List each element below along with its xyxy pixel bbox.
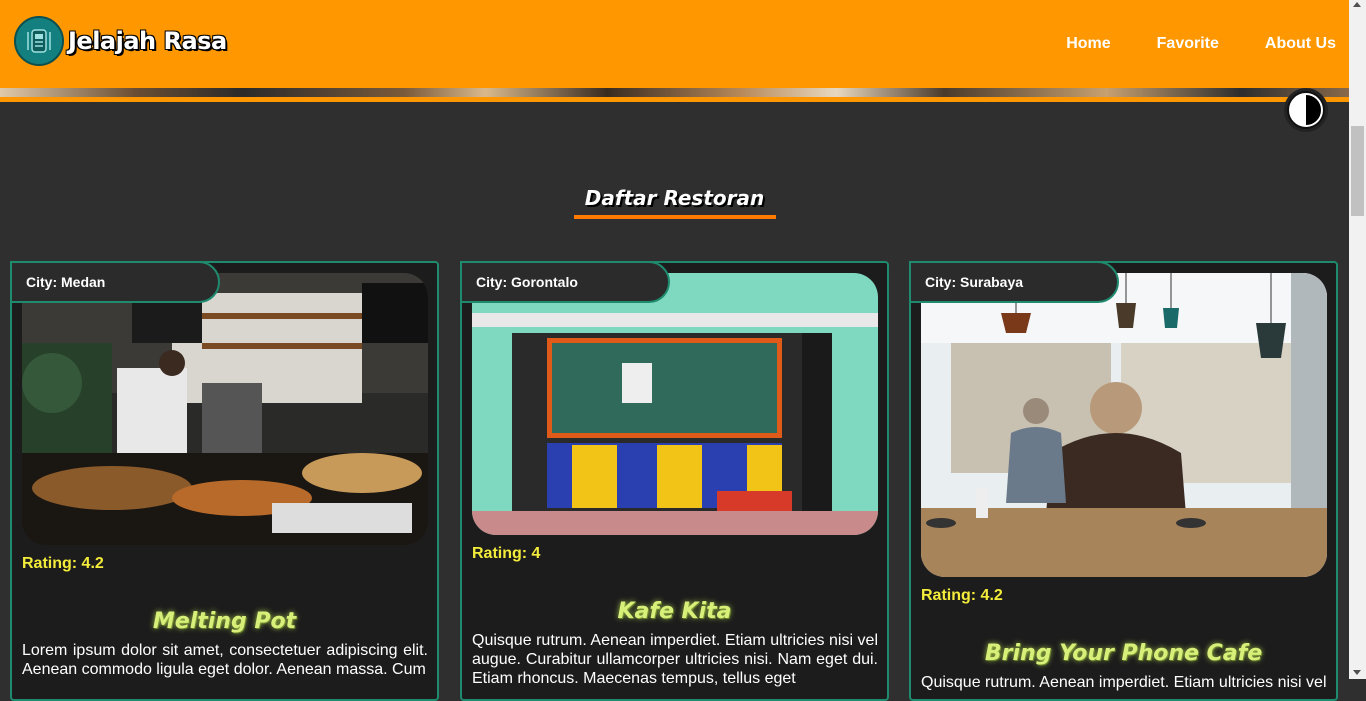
restaurant-name[interactable]: Kafe Kita	[462, 599, 887, 624]
main-nav: Home Favorite About Us	[1033, 0, 1349, 88]
contrast-icon	[1289, 93, 1323, 127]
restaurant-card[interactable]: City: Medan Rating: 4.2 Melting Pot Lore…	[10, 261, 439, 701]
nav-favorite-link[interactable]: Favorite	[1157, 35, 1219, 53]
nav-about-link[interactable]: About Us	[1265, 35, 1336, 53]
restaurant-image	[22, 273, 428, 545]
city-tag: City: Surabaya	[909, 261, 1119, 303]
title-underline	[574, 215, 776, 219]
scrollbar-thumb[interactable]	[1351, 126, 1364, 216]
restaurant-card[interactable]: City: Gorontalo Rating: 4 Kafe Kita Quis…	[460, 261, 889, 701]
hero-divider	[0, 97, 1349, 102]
theme-toggle-button[interactable]	[1284, 88, 1328, 132]
restaurant-image	[921, 273, 1327, 577]
brand-logo-link[interactable]: Jelajah Rasa	[14, 16, 227, 66]
section-title: Daftar Restoran	[584, 186, 765, 210]
rating-label: Rating: 4.2	[22, 555, 104, 572]
nav-home-link[interactable]: Home	[1066, 35, 1110, 53]
app-header: Jelajah Rasa Home Favorite About Us	[0, 0, 1349, 88]
brand-name: Jelajah Rasa	[68, 27, 227, 55]
restaurant-image	[472, 273, 878, 535]
restaurant-name[interactable]: Bring Your Phone Cafe	[911, 641, 1336, 666]
city-tag: City: Medan	[10, 261, 220, 303]
scroll-up-arrow-icon[interactable]	[1353, 2, 1361, 7]
restaurant-description: Quisque rutrum. Aenean imperdiet. Etiam …	[472, 632, 878, 687]
restaurant-card[interactable]: City: Surabaya Rating: 4.2 Bring Your Ph…	[909, 261, 1338, 701]
rating-label: Rating: 4	[472, 545, 541, 562]
vertical-scrollbar[interactable]	[1349, 0, 1366, 679]
scroll-down-arrow-icon[interactable]	[1353, 670, 1361, 675]
restaurant-name[interactable]: Melting Pot	[12, 609, 437, 634]
restaurant-logo-icon	[14, 16, 64, 66]
restaurant-description: Quisque rutrum. Aenean imperdiet. Etiam …	[921, 674, 1327, 691]
hero-image-strip	[0, 88, 1349, 97]
restaurant-description: Lorem ipsum dolor sit amet, consectetuer…	[22, 642, 428, 678]
rating-label: Rating: 4.2	[921, 587, 1003, 604]
city-tag: City: Gorontalo	[460, 261, 670, 303]
